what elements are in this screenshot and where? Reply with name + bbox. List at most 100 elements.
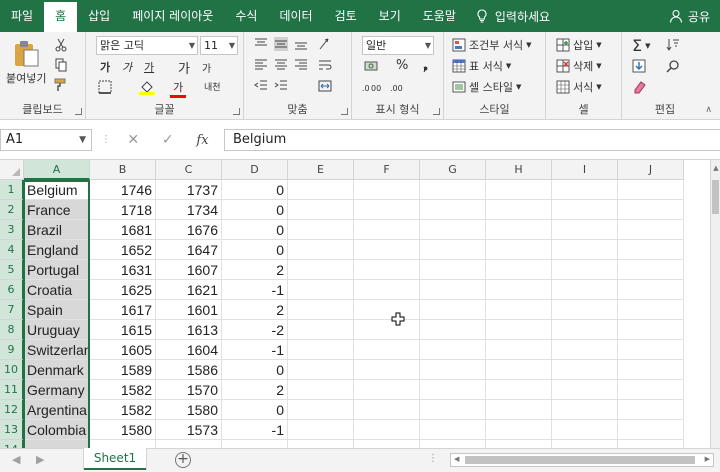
cell-c1[interactable]: 1737 — [156, 180, 222, 200]
sheet-tab-sheet1[interactable]: Sheet1 — [84, 448, 146, 470]
row-header[interactable]: 9 — [0, 340, 24, 360]
cell-f1[interactable] — [354, 180, 420, 200]
cell-f3[interactable] — [354, 220, 420, 240]
cell-b10[interactable]: 1589 — [90, 360, 156, 380]
cell-a11[interactable]: Germany — [24, 380, 90, 400]
cell-c8[interactable]: 1613 — [156, 320, 222, 340]
row-header[interactable]: 8 — [0, 320, 24, 340]
row-header[interactable]: 3 — [0, 220, 24, 240]
cell-g3[interactable] — [420, 220, 486, 240]
cell-c5[interactable]: 1607 — [156, 260, 222, 280]
cell-h5[interactable] — [486, 260, 552, 280]
cell-c3[interactable]: 1676 — [156, 220, 222, 240]
cell-j5[interactable] — [618, 260, 684, 280]
column-header-h[interactable]: H — [486, 160, 552, 180]
cell-b3[interactable]: 1681 — [90, 220, 156, 240]
orientation-icon[interactable] — [318, 37, 332, 51]
scroll-right-icon[interactable]: ▶ — [705, 455, 710, 463]
align-top-icon[interactable] — [254, 37, 268, 51]
vertical-scrollbar[interactable]: ▲ — [710, 160, 720, 448]
comma-style-icon[interactable] — [418, 59, 432, 73]
cell-a8[interactable]: Uruguay — [24, 320, 90, 340]
cell-c12[interactable]: 1580 — [156, 400, 222, 420]
merge-center-icon[interactable] — [318, 79, 332, 93]
cell-a1[interactable]: Belgium — [24, 180, 90, 200]
cell-i14[interactable] — [552, 440, 618, 448]
cell-g7[interactable] — [420, 300, 486, 320]
cell-c11[interactable]: 1570 — [156, 380, 222, 400]
cell-a5[interactable]: Portugal — [24, 260, 90, 280]
cell-g1[interactable] — [420, 180, 486, 200]
cell-f6[interactable] — [354, 280, 420, 300]
cell-a14[interactable] — [24, 440, 90, 448]
font-size-select[interactable]: 11 ▼ — [200, 36, 238, 55]
cell-a9[interactable]: Switzerland — [24, 340, 90, 360]
paste-button[interactable]: 붙여넣기 — [6, 38, 46, 86]
enter-icon[interactable]: ✓ — [162, 132, 174, 148]
cell-j12[interactable] — [618, 400, 684, 420]
cell-j9[interactable] — [618, 340, 684, 360]
cell-a7[interactable]: Spain — [24, 300, 90, 320]
cell-f9[interactable] — [354, 340, 420, 360]
cell-j10[interactable] — [618, 360, 684, 380]
font-name-select[interactable]: 맑은 고딕 ▼ — [96, 36, 198, 55]
cell-e12[interactable] — [288, 400, 354, 420]
cell-d2[interactable]: 0 — [222, 200, 288, 220]
tab-split-handle[interactable]: ⋮ — [428, 453, 438, 464]
worksheet-grid[interactable]: A B C D E F G H I J 1 Belgium 1746 1737 0 2 France 1718 17… — [0, 160, 710, 448]
italic-button[interactable]: 가 — [122, 59, 132, 75]
tab-help[interactable]: 도움말 — [412, 0, 467, 32]
row-header[interactable]: 2 — [0, 200, 24, 220]
cell-f8[interactable] — [354, 320, 420, 340]
cell-d6[interactable]: -1 — [222, 280, 288, 300]
clipboard-dialog-launcher[interactable] — [75, 108, 82, 115]
cell-e3[interactable] — [288, 220, 354, 240]
column-header-g[interactable]: G — [420, 160, 486, 180]
cell-f4[interactable] — [354, 240, 420, 260]
cell-a10[interactable]: Denmark — [24, 360, 90, 380]
insert-function-icon[interactable]: fx — [196, 133, 208, 148]
cell-i1[interactable] — [552, 180, 618, 200]
cell-g10[interactable] — [420, 360, 486, 380]
scroll-up-icon[interactable]: ▲ — [711, 164, 720, 172]
autosum-button[interactable]: Σ ▼ — [632, 36, 651, 55]
cell-a4[interactable]: England — [24, 240, 90, 260]
formula-bar-splitter[interactable]: ⋮ — [101, 134, 111, 145]
cell-b14[interactable] — [90, 440, 156, 448]
horizontal-scroll-thumb[interactable] — [465, 456, 695, 464]
cell-d13[interactable]: -1 — [222, 420, 288, 440]
row-header[interactable]: 13 — [0, 420, 24, 440]
cell-c9[interactable]: 1604 — [156, 340, 222, 360]
row-header[interactable]: 14 — [0, 440, 24, 448]
currency-icon[interactable] — [364, 59, 378, 73]
cell-h2[interactable] — [486, 200, 552, 220]
cell-i6[interactable] — [552, 280, 618, 300]
cell-f5[interactable] — [354, 260, 420, 280]
row-header[interactable]: 11 — [0, 380, 24, 400]
cell-i7[interactable] — [552, 300, 618, 320]
cell-i5[interactable] — [552, 260, 618, 280]
cell-h4[interactable] — [486, 240, 552, 260]
cell-e10[interactable] — [288, 360, 354, 380]
align-middle-icon[interactable] — [274, 37, 288, 51]
format-painter-icon[interactable] — [54, 78, 68, 92]
align-right-icon[interactable] — [294, 58, 308, 72]
row-header[interactable]: 6 — [0, 280, 24, 300]
cell-e9[interactable] — [288, 340, 354, 360]
cell-d5[interactable]: 2 — [222, 260, 288, 280]
cell-b9[interactable]: 1605 — [90, 340, 156, 360]
cell-j6[interactable] — [618, 280, 684, 300]
cell-e8[interactable] — [288, 320, 354, 340]
borders-icon[interactable] — [98, 80, 112, 94]
tab-view[interactable]: 보기 — [368, 0, 412, 32]
tab-review[interactable]: 검토 — [324, 0, 368, 32]
cell-c4[interactable]: 1647 — [156, 240, 222, 260]
format-as-table-button[interactable]: 표 서식 ▼ — [452, 58, 511, 74]
cell-e2[interactable] — [288, 200, 354, 220]
cell-i9[interactable] — [552, 340, 618, 360]
cancel-icon[interactable]: ✕ — [127, 132, 139, 148]
tab-home[interactable]: 홈 — [44, 2, 78, 32]
cell-b4[interactable]: 1652 — [90, 240, 156, 260]
font-color-button[interactable]: 가 — [170, 79, 186, 98]
decrease-decimal-icon[interactable]: .00 — [390, 80, 410, 94]
